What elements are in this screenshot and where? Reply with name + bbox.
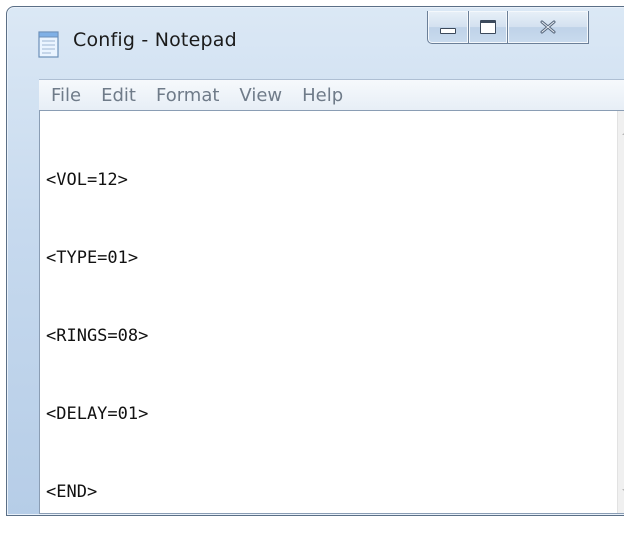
caption-buttons (427, 11, 624, 45)
window-title: Config - Notepad (73, 29, 237, 51)
editor-line: <VOL=12> (46, 170, 128, 190)
menu-bar: File Edit Format View Help (39, 79, 624, 110)
editor-line: <TYPE=01> (46, 248, 139, 268)
title-bar[interactable]: Config - Notepad (7, 7, 624, 69)
editor-line: <DELAY=01> (46, 404, 149, 424)
maximize-button[interactable] (469, 11, 508, 44)
menu-format[interactable]: Format (148, 85, 227, 106)
vertical-scrollbar[interactable] (617, 111, 624, 513)
menu-view[interactable]: View (231, 85, 290, 106)
close-button[interactable] (508, 11, 589, 44)
editor-line: <END> (46, 482, 98, 502)
editor-line: <RINGS=08> (46, 326, 149, 346)
editor-text[interactable]: <VOL=12> <TYPE=01> <RINGS=08> <DELAY=01>… (46, 115, 148, 557)
menu-help[interactable]: Help (294, 85, 351, 106)
close-icon (540, 20, 556, 34)
text-editor[interactable]: <VOL=12> <TYPE=01> <RINGS=08> <DELAY=01>… (39, 110, 624, 514)
notepad-icon (38, 31, 59, 58)
maximize-icon (480, 20, 496, 34)
menu-edit[interactable]: Edit (93, 85, 144, 106)
minimize-icon (440, 28, 456, 34)
minimize-button[interactable] (427, 11, 469, 44)
menu-file[interactable]: File (43, 85, 89, 106)
notepad-window: Config - Notepad File Edit Format View H… (6, 6, 624, 516)
